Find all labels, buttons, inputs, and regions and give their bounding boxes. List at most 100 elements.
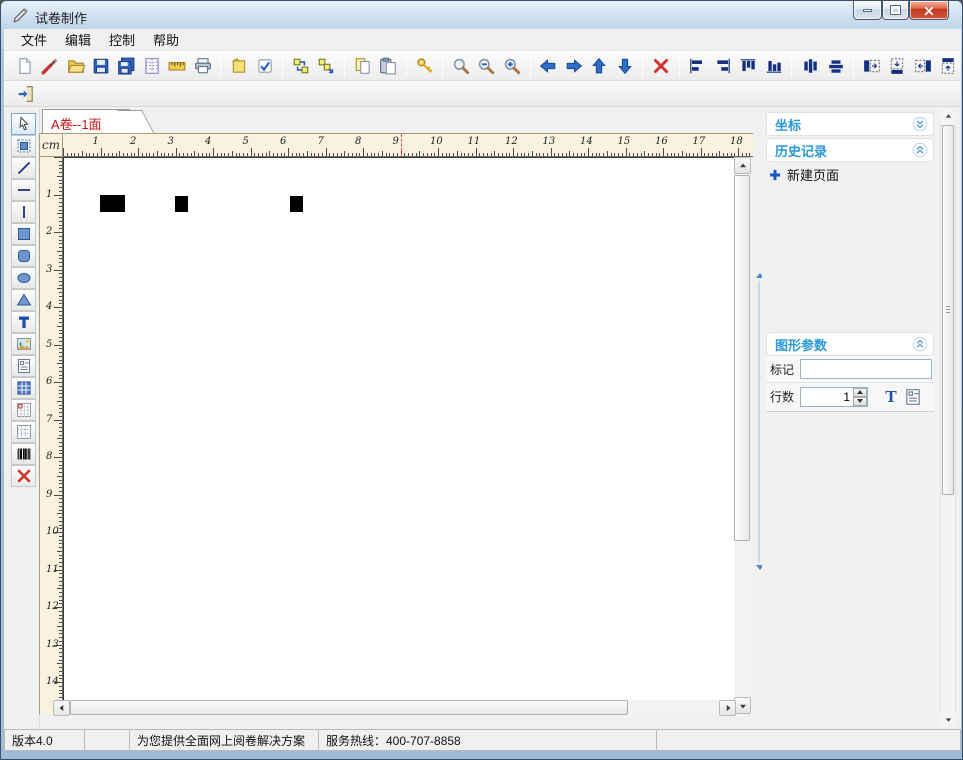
chevron-double-up-icon[interactable]: [912, 142, 928, 158]
minimize-button[interactable]: [853, 1, 882, 20]
move-down-button[interactable]: [612, 53, 637, 79]
panel-scrollbar[interactable]: [940, 109, 956, 727]
canvas-vertical-scrollbar[interactable]: [734, 157, 752, 714]
order-objects-button[interactable]: [314, 53, 339, 79]
copy-button[interactable]: [350, 53, 375, 79]
save-icon: [92, 57, 110, 75]
rectangle-tool[interactable]: [11, 223, 36, 245]
panel-scroll-up-button[interactable]: [940, 109, 956, 124]
zoom-out-button[interactable]: [474, 53, 499, 79]
menu-file[interactable]: 文件: [12, 28, 56, 51]
toolbar-separator: [791, 55, 792, 77]
section-header-coordinates[interactable]: 坐标: [766, 112, 934, 136]
splitter-handle[interactable]: [758, 281, 760, 563]
menu-edit[interactable]: 编辑: [56, 28, 100, 51]
center-vertical-button[interactable]: [823, 53, 848, 79]
page-grid-button[interactable]: [139, 53, 164, 79]
select-area-tool[interactable]: [11, 135, 36, 157]
paste-button[interactable]: [375, 53, 400, 79]
move-right-button[interactable]: [561, 53, 586, 79]
canvas-object[interactable]: [290, 196, 303, 212]
exit-button[interactable]: [12, 81, 39, 107]
text-style-button[interactable]: T: [880, 386, 902, 408]
pointer-tool[interactable]: [11, 113, 36, 135]
section-header-history[interactable]: 历史记录: [766, 138, 934, 162]
canvas-horizontal-scrollbar[interactable]: [53, 700, 736, 717]
grid-red-tool[interactable]: [11, 399, 36, 421]
align-right-button[interactable]: [710, 53, 735, 79]
move-right-icon: [565, 57, 583, 75]
rows-label: 行数: [770, 388, 800, 405]
line-tool[interactable]: [11, 157, 36, 179]
grid-dashed-tool[interactable]: [11, 421, 36, 443]
chevron-double-up-icon[interactable]: [912, 336, 928, 352]
properties-button[interactable]: [902, 386, 924, 408]
close-button[interactable]: [909, 1, 949, 20]
scroll-up-button[interactable]: [734, 157, 751, 174]
text-tool[interactable]: [11, 311, 36, 333]
size-left-button[interactable]: [910, 53, 935, 79]
canvas-hscroll-thumb[interactable]: [70, 700, 628, 715]
scroll-down-button[interactable]: [734, 697, 751, 714]
size-right-button[interactable]: [859, 53, 884, 79]
new-note-button[interactable]: [226, 53, 251, 79]
triangle-tool[interactable]: [11, 289, 36, 311]
section-header-graphic-params[interactable]: 图形参数: [766, 332, 934, 356]
menu-control[interactable]: 控制: [100, 28, 144, 51]
size-up-button[interactable]: [936, 53, 961, 79]
history-item-new-page[interactable]: 新建页面: [768, 165, 839, 184]
open-folder-button[interactable]: [63, 53, 88, 79]
rows-spin-up-button[interactable]: [853, 388, 867, 397]
title-bar[interactable]: 试卷制作: [1, 1, 963, 29]
save-all-button[interactable]: [114, 53, 139, 79]
barcode-tool[interactable]: [11, 443, 36, 465]
ruler-button[interactable]: [165, 53, 190, 79]
ellipse-tool[interactable]: [11, 267, 36, 289]
key-button[interactable]: [412, 53, 437, 79]
delete-button[interactable]: [648, 53, 673, 79]
rows-spin-down-button[interactable]: [853, 397, 867, 406]
align-bottom-button[interactable]: [761, 53, 786, 79]
right-panel: 坐标 历史记录 新建页面 图形参数 标记: [762, 107, 938, 729]
plus-icon: [768, 168, 782, 182]
move-up-button[interactable]: [586, 53, 611, 79]
link-objects-button[interactable]: [288, 53, 313, 79]
image-tool[interactable]: [11, 333, 36, 355]
zoom-button[interactable]: [448, 53, 473, 79]
align-left-button[interactable]: [685, 53, 710, 79]
document-page[interactable]: [63, 157, 735, 705]
center-horizontal-button[interactable]: [797, 53, 822, 79]
drawing-tool-column: [4, 107, 40, 729]
ruler-unit-corner: cm: [39, 133, 63, 157]
mark-input[interactable]: [800, 359, 932, 379]
horizontal-line-tool[interactable]: [11, 179, 36, 201]
scroll-right-button[interactable]: [719, 700, 736, 716]
vertical-line-tool[interactable]: [11, 201, 36, 223]
canvas-vscroll-thumb[interactable]: [734, 175, 750, 541]
size-down-button[interactable]: [885, 53, 910, 79]
print-button[interactable]: [190, 53, 215, 79]
form-tool[interactable]: [11, 355, 36, 377]
maximize-button[interactable]: [882, 1, 909, 20]
zoom-in-button[interactable]: [499, 53, 524, 79]
repair-tool-button[interactable]: [37, 53, 62, 79]
canvas-object[interactable]: [100, 195, 125, 212]
checkbox-button[interactable]: [252, 53, 277, 79]
panel-scroll-thumb[interactable]: [942, 125, 954, 495]
v-ruler-number: 10: [46, 526, 59, 537]
chevron-double-down-icon[interactable]: [912, 116, 928, 132]
save-button[interactable]: [88, 53, 113, 79]
delete-tool[interactable]: [11, 465, 36, 487]
new-document-icon: [16, 57, 34, 75]
v-ruler-number: 4: [46, 301, 52, 312]
tab-a-paper-page1[interactable]: A卷--1面: [42, 109, 130, 133]
scroll-left-button[interactable]: [53, 700, 70, 716]
canvas-object[interactable]: [175, 196, 188, 212]
align-top-button[interactable]: [736, 53, 761, 79]
rounded-rect-tool[interactable]: [11, 245, 36, 267]
move-left-button[interactable]: [536, 53, 561, 79]
new-document-button[interactable]: [12, 53, 37, 79]
menu-help[interactable]: 帮助: [144, 28, 188, 51]
panel-scroll-down-button[interactable]: [940, 712, 956, 727]
table-tool[interactable]: [11, 377, 36, 399]
